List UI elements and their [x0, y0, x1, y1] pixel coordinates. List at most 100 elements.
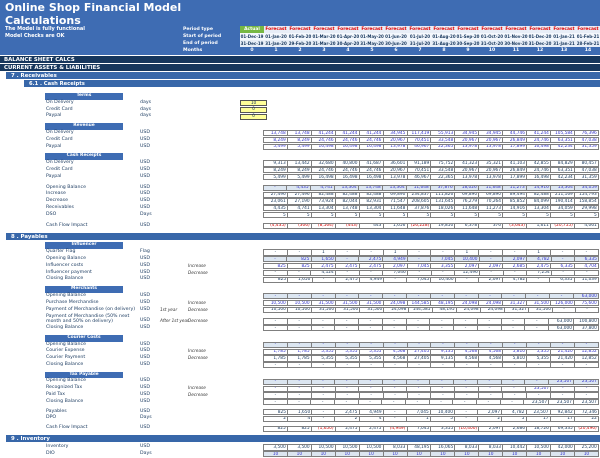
value-cell: 31,500 [335, 300, 360, 307]
value-cell: - [525, 318, 550, 325]
value-cell: 3,500 [287, 444, 312, 451]
value-cell: 8,249 [287, 137, 312, 144]
value-cell: - [576, 306, 599, 313]
value-cell: 5 [502, 415, 527, 422]
value-cell: 7,046 [383, 269, 408, 277]
value-cell: 76,396 [574, 130, 599, 137]
value-cell: - [359, 325, 383, 332]
row-cells: -------------- [263, 362, 599, 369]
period-start-cell: 01-Mar-20 [312, 33, 336, 39]
value-cell: - [311, 378, 336, 385]
value-cell: 17,899 [503, 174, 528, 181]
value-cell: - [264, 269, 288, 277]
period-end-cell: 30-Apr-20 [336, 40, 360, 46]
value-cell: - [503, 362, 528, 369]
value-cell: 2,475 [359, 256, 384, 263]
value-cell: 6,378 [455, 222, 480, 230]
value-cell: - [525, 325, 550, 332]
period-type-chip: Forecast [384, 25, 408, 33]
value-cell: 23,507 [549, 378, 575, 385]
value-cell: - [407, 293, 431, 300]
month-number-cell: 14 [584, 48, 592, 54]
value-cell: - [407, 392, 432, 399]
row-unit: USD [140, 361, 151, 367]
row-unit: USD [140, 306, 151, 312]
value-cell: 4,568 [383, 348, 408, 355]
row-label: Opening Balance [46, 292, 86, 298]
value-cell: - [311, 392, 336, 399]
value-cell: 5 [503, 212, 528, 219]
value-cell: 46,967 [407, 174, 432, 181]
value-cell: - [383, 385, 408, 392]
value-cell: 7,254 [527, 269, 552, 277]
value-cell: - [551, 385, 576, 392]
value-cell: 5 [359, 212, 384, 219]
value-cell: - [359, 362, 384, 369]
value-cell: 33,548 [431, 167, 456, 174]
input-row: Paypal days 0 [0, 113, 600, 120]
value-cell: 47,038 [574, 167, 599, 174]
value-cell: 23,061 [264, 198, 288, 205]
value-cell: 16,498 [527, 174, 552, 181]
model-status: The Model is fully functional Model Chec… [5, 26, 85, 41]
value-cell: - [264, 399, 288, 406]
value-cell: - [503, 269, 528, 277]
value-cell: 5,355 [359, 355, 384, 362]
row-unit: USD [140, 143, 151, 149]
value-cell: 37,876 [407, 205, 432, 212]
value-cell: 48,195 [432, 306, 457, 313]
month-number-cell: 2 [298, 48, 302, 54]
value-cell: (20,496) [574, 425, 599, 432]
value-cell: (10,400) [455, 425, 480, 432]
row-label: Inventory [46, 444, 69, 450]
period-end-cell: 31-Dec-19 [240, 40, 264, 46]
row-cells: - - - - - - - - - - - - -63,000 [263, 293, 599, 300]
value-cell: - [551, 249, 575, 256]
value-cell: 24,746 [359, 167, 384, 174]
row-cells: 13,748 13,748 41,244 41,244 41,244 34,945 117,… [263, 130, 599, 137]
header-band: Online Shop Financial Model Calculations … [0, 0, 600, 55]
value-cell: - [574, 249, 599, 256]
assumption-input[interactable]: 0 [240, 106, 267, 114]
value-cell: - [287, 325, 312, 332]
assumption-input[interactable]: 0 [240, 113, 267, 120]
row-unit: Flag [140, 249, 150, 255]
data-row: Credit Card USD 8,249 8,249 24,746 24,746 24,7… [0, 167, 600, 174]
row-unit: USD [140, 425, 151, 431]
value-cell: - [335, 249, 360, 256]
value-cell: - [406, 318, 431, 325]
row-note-direction: Increase [188, 348, 206, 354]
value-cell: - [406, 399, 430, 406]
row-note-direction: Decrease [188, 355, 208, 361]
value-cell: 69,890 [479, 191, 504, 198]
value-cell: - [335, 325, 360, 332]
row-unit: USD [140, 198, 151, 204]
value-cell: 31,500 [529, 306, 554, 313]
value-cell: (8,564) [311, 222, 336, 230]
value-cell: 2,475 [359, 425, 384, 432]
data-row: Recognized Tax USD Increase - - - - - - - - - - -23,5… [0, 385, 600, 392]
value-cell: - [335, 399, 359, 406]
value-cell: 16,498 [311, 143, 336, 151]
assumption-input[interactable]: 10 [240, 100, 267, 107]
value-cell: 1,785 [287, 348, 312, 355]
value-cell: 4,568 [455, 348, 480, 355]
value-cell: 16,498 [359, 174, 384, 181]
data-row: Courier Payment USD Decrease 1,785 1,785 5,35… [0, 355, 600, 362]
value-cell: - [287, 293, 312, 300]
value-cell: 7,045 [407, 276, 432, 283]
value-cell: 443 [359, 222, 384, 230]
value-cell: - [574, 362, 599, 369]
value-cell: 82,488 [335, 191, 360, 198]
value-cell: 41,687 [359, 160, 384, 167]
value-cell: - [455, 415, 479, 422]
value-cell: 4 [359, 415, 384, 422]
value-cell: 27,405 [407, 348, 432, 355]
row-cells: -4,435 4,741 13,304 13,748 13,304 11,648 37,87… [263, 184, 600, 192]
month-number-cell: 3 [322, 48, 326, 54]
value-cell: 22,365 [431, 143, 456, 151]
period-start-cell: 01-May-20 [360, 33, 384, 39]
data-row: Purchase Merchandise USD Increase 10,500 10,… [0, 300, 600, 307]
value-cell: 10 [527, 451, 552, 458]
row-label: DPO [46, 415, 57, 421]
